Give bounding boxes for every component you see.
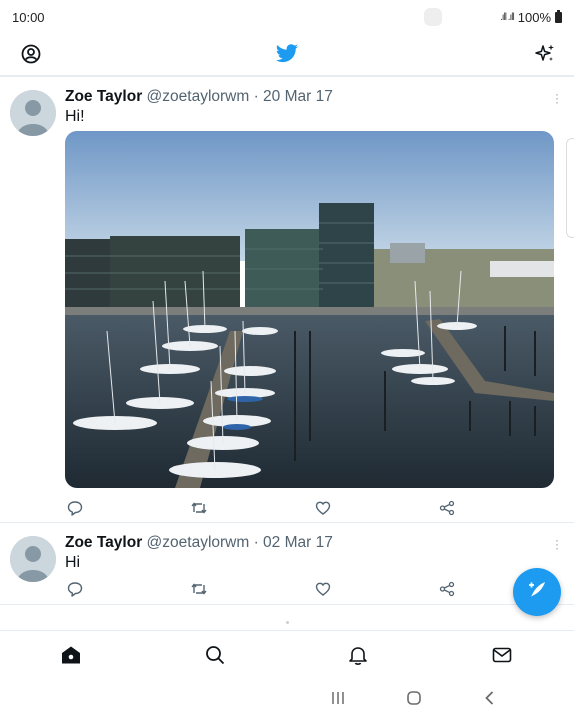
tweet-actions: [65, 579, 465, 599]
retweet-icon[interactable]: [189, 579, 209, 599]
compose-button[interactable]: [513, 568, 561, 616]
tweet-text: Hi: [65, 554, 81, 571]
share-icon[interactable]: [437, 579, 457, 599]
avatar[interactable]: [10, 536, 56, 582]
like-icon[interactable]: [313, 579, 333, 599]
notifications-icon[interactable]: [346, 643, 370, 667]
search-icon[interactable]: [203, 643, 227, 667]
page-indicator: [286, 621, 289, 624]
author-name[interactable]: Zoe Taylor: [65, 534, 142, 551]
tweet-divider: [0, 604, 574, 605]
bottom-navigation: [0, 630, 574, 676]
tweet-2[interactable]: Zoe Taylor @zoetaylorwm · 02 Mar 17 · · · …: [0, 0, 574, 604]
messages-icon[interactable]: [490, 643, 514, 667]
tweet-date: · 02 Mar 17: [253, 534, 333, 551]
compose-icon: [525, 578, 549, 607]
author-handle: @zoetaylorwm: [146, 534, 250, 551]
home-button-icon[interactable]: [404, 688, 424, 708]
back-icon[interactable]: [480, 688, 500, 708]
scrollbar[interactable]: [566, 138, 574, 238]
more-options-icon[interactable]: · · ·: [554, 534, 560, 554]
home-icon[interactable]: [59, 643, 83, 667]
recents-icon[interactable]: [328, 688, 348, 708]
system-navigation: [0, 676, 574, 718]
tweet-header: Zoe Taylor @zoetaylorwm · 02 Mar 17: [65, 534, 333, 552]
reply-icon[interactable]: [65, 579, 85, 599]
